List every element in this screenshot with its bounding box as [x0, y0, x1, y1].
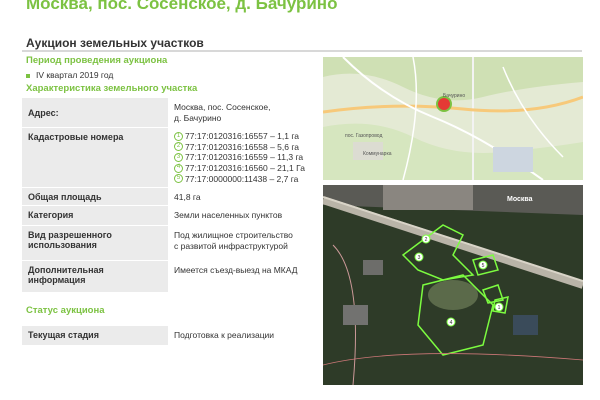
cadastral-label: Кадастровые номера [22, 128, 168, 187]
extra-label: Дополнительная информация [22, 261, 168, 292]
plot-number-3: 3 [418, 255, 421, 261]
map-label-gazoprovod: пос. Газопровод [345, 133, 382, 139]
stage-row: Текущая стадия Подготовка к реализации [22, 326, 320, 346]
page-title: Москва, пос. Сосенское, д. Бачурино [26, 0, 338, 13]
area-value: 41,8 га [174, 192, 201, 202]
cadastral-text: 77:17:0000000:11438 – 2,7 га [185, 173, 299, 184]
extra-row: Дополнительная информация Имеется съезд-… [22, 261, 320, 293]
map-label-bachurino: Бачурино [443, 93, 465, 99]
category-value: Земли населенных пунктов [174, 210, 283, 220]
number-3-icon: 3 [174, 153, 183, 163]
number-2-icon: 2 [174, 142, 183, 152]
satellite-map-svg: 1 2 3 4 5 Москва [323, 185, 583, 385]
cadastral-text: 77:17:0120316:16559 – 11,3 га [185, 152, 304, 163]
cadastral-item: 3 77:17:0120316:16559 – 11,3 га [174, 152, 314, 163]
plot-number-5: 5 [482, 263, 485, 269]
cadastral-item: 4 77:17:0120316:16560 – 21,1 Га [174, 163, 314, 174]
use-value-line-1: Под жилищное строительство [174, 230, 293, 240]
use-row: Вид разрешенного использования Под жилищ… [22, 226, 320, 261]
category-label: Категория [22, 206, 168, 225]
area-row: Общая площадь 41,8 га [22, 188, 320, 206]
use-label-line-2: использования [28, 240, 97, 250]
status-heading: Статус аукциона [26, 305, 105, 316]
section-divider [22, 50, 582, 52]
address-line-1: Москва, пос. Сосенское, [174, 102, 271, 112]
bullet-icon [26, 73, 30, 78]
extra-label-line-1: Дополнительная [28, 265, 104, 275]
info-table: Адрес: Москва, пос. Сосенское, д. Бачури… [22, 98, 320, 293]
satellite-map: 1 2 3 4 5 Москва [323, 185, 583, 385]
stage-value: Подготовка к реализации [174, 330, 275, 340]
location-map: пос. Газопровод Коммунарка Бачурино [323, 57, 583, 180]
period-item: IV квартал 2019 год [26, 70, 113, 80]
cadastral-list: 1 77:17:0120316:16557 – 1,1 га 2 77:17:012… [174, 131, 314, 184]
address-line-2: д. Бачурино [174, 113, 222, 124]
cadastral-item: 5 77:17:0000000:11438 – 2,7 га [174, 174, 314, 185]
map-label-moskva: Москва [507, 196, 533, 203]
use-value-line-2: с развитой инфраструктурой [174, 241, 288, 252]
address-label: Адрес: [22, 98, 168, 127]
section-title: Аукцион земельных участков [26, 36, 204, 50]
cadastral-text: 77:17:0120316:16557 – 1,1 га [185, 131, 299, 141]
number-5-icon: 5 [174, 174, 183, 184]
stage-label: Текущая стадия [22, 326, 168, 345]
status-table: Текущая стадия Подготовка к реализации [22, 326, 320, 346]
period-heading: Период проведения аукциона [26, 55, 168, 66]
cadastral-value: 1 77:17:0120316:16557 – 1,1 га 2 77:17:012… [168, 128, 320, 187]
area-label: Общая площадь [22, 188, 168, 205]
plot-number-2: 2 [425, 237, 428, 243]
number-4-icon: 4 [174, 163, 183, 173]
number-1-icon: 1 [174, 131, 183, 141]
location-map-svg: пос. Газопровод Коммунарка Бачурино [323, 57, 583, 180]
period-item-text: IV квартал 2019 год [36, 70, 114, 80]
extra-label-line-2: информация [28, 275, 86, 285]
extra-value: Имеется съезд-выезд на МКАД [174, 265, 298, 275]
category-row: Категория Земли населенных пунктов [22, 206, 320, 226]
characteristics-heading: Характеристика земельного участка [26, 83, 198, 94]
use-label: Вид разрешенного использования [22, 226, 168, 260]
address-value: Москва, пос. Сосенское, д. Бачурино [168, 98, 320, 127]
cadastral-text: 77:17:0120316:16560 – 21,1 Га [185, 162, 305, 173]
use-label-line-1: Вид разрешенного [28, 230, 112, 240]
cadastral-row: Кадастровые номера 1 77:17:0120316:16557 … [22, 128, 320, 188]
address-row: Адрес: Москва, пос. Сосенское, д. Бачури… [22, 98, 320, 128]
use-value: Под жилищное строительство с развитой ин… [168, 226, 320, 260]
plot-number-1: 1 [498, 305, 501, 311]
cadastral-item: 1 77:17:0120316:16557 – 1,1 га [174, 131, 314, 142]
plot-number-4: 4 [450, 320, 453, 326]
cadastral-text: 77:17:0120316:16558 – 5,6 га [185, 141, 299, 152]
cadastral-item: 2 77:17:0120316:16558 – 5,6 га [174, 142, 314, 153]
map-label-kommunarka: Коммунарка [363, 151, 392, 157]
